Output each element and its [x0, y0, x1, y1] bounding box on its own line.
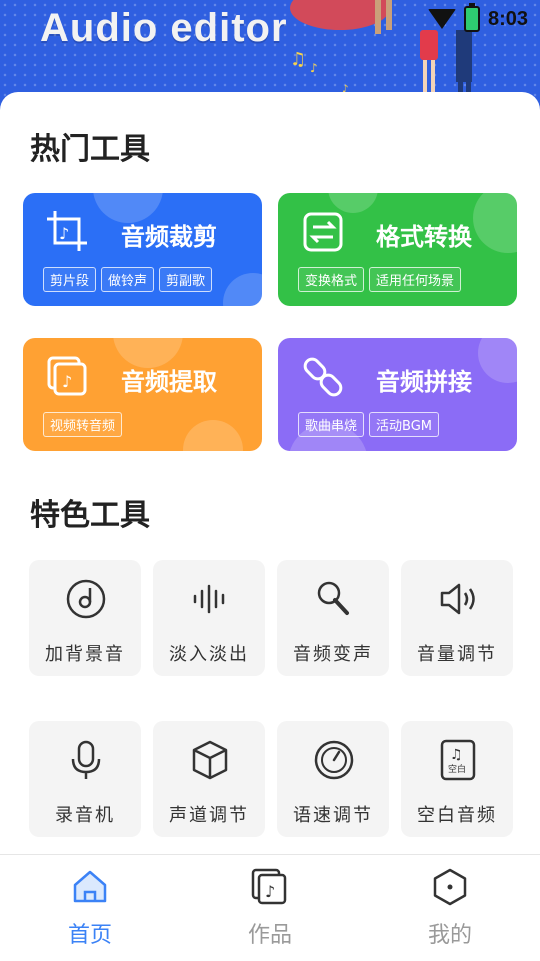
svg-text:♪: ♪: [59, 224, 69, 243]
card-tags: 视频转音频: [43, 412, 123, 437]
tag: 歌曲串烧: [298, 412, 365, 437]
battery-icon: [463, 3, 480, 32]
tag: 做铃声: [101, 267, 155, 292]
tool-label: 声道调节: [169, 805, 249, 826]
feature-tools-title: 特色工具: [30, 498, 150, 533]
card-title: 音频裁剪: [121, 223, 217, 251]
tag: 剪片段: [43, 267, 97, 292]
tool-label: 录音机: [55, 805, 115, 826]
crop-audio-icon: ♪: [47, 211, 87, 251]
blank-audio-tool[interactable]: ♫ 空白 空白音频: [401, 721, 513, 837]
svg-text:♪: ♪: [310, 61, 318, 75]
tool-label: 音量调节: [417, 644, 497, 665]
music-disc-icon: [66, 579, 106, 619]
bottom-nav: 首页 ♪ 作品 我的: [0, 854, 540, 961]
convert-icon: [303, 212, 343, 252]
nav-label: 首页: [67, 923, 112, 948]
nav-label: 我的: [427, 923, 472, 948]
svg-text:♫: ♫: [450, 747, 463, 763]
extract-audio-icon: ♪: [47, 356, 87, 396]
home-icon: [73, 870, 107, 903]
link-icon: [303, 357, 343, 397]
format-convert-card[interactable]: 格式转换 变换格式 适用任何场景: [278, 193, 517, 306]
card-title: 格式转换: [376, 223, 472, 251]
status-time: 8:03: [487, 7, 528, 30]
nav-label: 作品: [247, 923, 292, 948]
audio-extract-card[interactable]: ♪ 音频提取 视频转音频: [23, 338, 262, 451]
tool-label: 音频变声: [293, 644, 373, 665]
card-tags: 变换格式 适用任何场景: [298, 267, 462, 292]
speaker-icon: [440, 583, 475, 615]
wifi-icon: [427, 9, 456, 29]
tag: 适用任何场景: [369, 267, 462, 292]
card-tags: 歌曲串烧 活动BGM: [298, 412, 439, 437]
tag: 剪副歌: [159, 267, 213, 292]
tool-label: 加背景音: [45, 644, 125, 665]
status-bar: 8:03: [427, 3, 528, 32]
fade-tool[interactable]: 淡入淡出: [153, 560, 265, 676]
tag: 活动BGM: [369, 412, 439, 437]
profile-hexagon-icon: [433, 868, 467, 906]
tool-label: 空白音频: [417, 805, 497, 826]
waveform-icon: [193, 584, 225, 614]
svg-text:空白: 空白: [448, 763, 466, 775]
channel-tool[interactable]: 声道调节: [153, 721, 265, 837]
card-tags: 剪片段 做铃声 剪副歌: [43, 267, 213, 292]
hot-tools-title: 热门工具: [30, 132, 150, 167]
tool-label: 淡入淡出: [169, 644, 249, 665]
blank-audio-icon: ♫ 空白: [440, 739, 476, 781]
voice-changer-icon: [317, 581, 349, 615]
svg-text:♪: ♪: [265, 882, 275, 901]
tag: 变换格式: [298, 267, 365, 292]
nav-home[interactable]: 首页: [30, 867, 150, 949]
nav-works[interactable]: ♪ 作品: [210, 867, 330, 949]
recorder-tool[interactable]: 录音机: [29, 721, 141, 837]
gauge-icon: [314, 740, 354, 780]
tool-label: 语速调节: [293, 805, 373, 826]
card-title: 音频提取: [121, 368, 217, 396]
app-title: Audio editor: [40, 6, 288, 50]
tag: 视频转音频: [43, 412, 123, 437]
microphone-icon: [71, 740, 101, 779]
works-icon: ♪: [251, 868, 287, 905]
card-title: 音频拼接: [376, 368, 472, 396]
volume-tool[interactable]: 音量调节: [401, 560, 513, 676]
cube-icon: [192, 740, 228, 780]
audio-join-card[interactable]: 音频拼接 歌曲串烧 活动BGM: [278, 338, 517, 451]
speed-tool[interactable]: 语速调节: [277, 721, 389, 837]
voice-change-tool[interactable]: 音频变声: [277, 560, 389, 676]
svg-text:♪: ♪: [62, 372, 72, 391]
audio-trim-card[interactable]: ♪ 音频裁剪 剪片段 做铃声 剪副歌: [23, 193, 262, 306]
nav-profile[interactable]: 我的: [390, 867, 510, 949]
svg-text:♫: ♫: [290, 49, 306, 70]
add-bgm-tool[interactable]: 加背景音: [29, 560, 141, 676]
